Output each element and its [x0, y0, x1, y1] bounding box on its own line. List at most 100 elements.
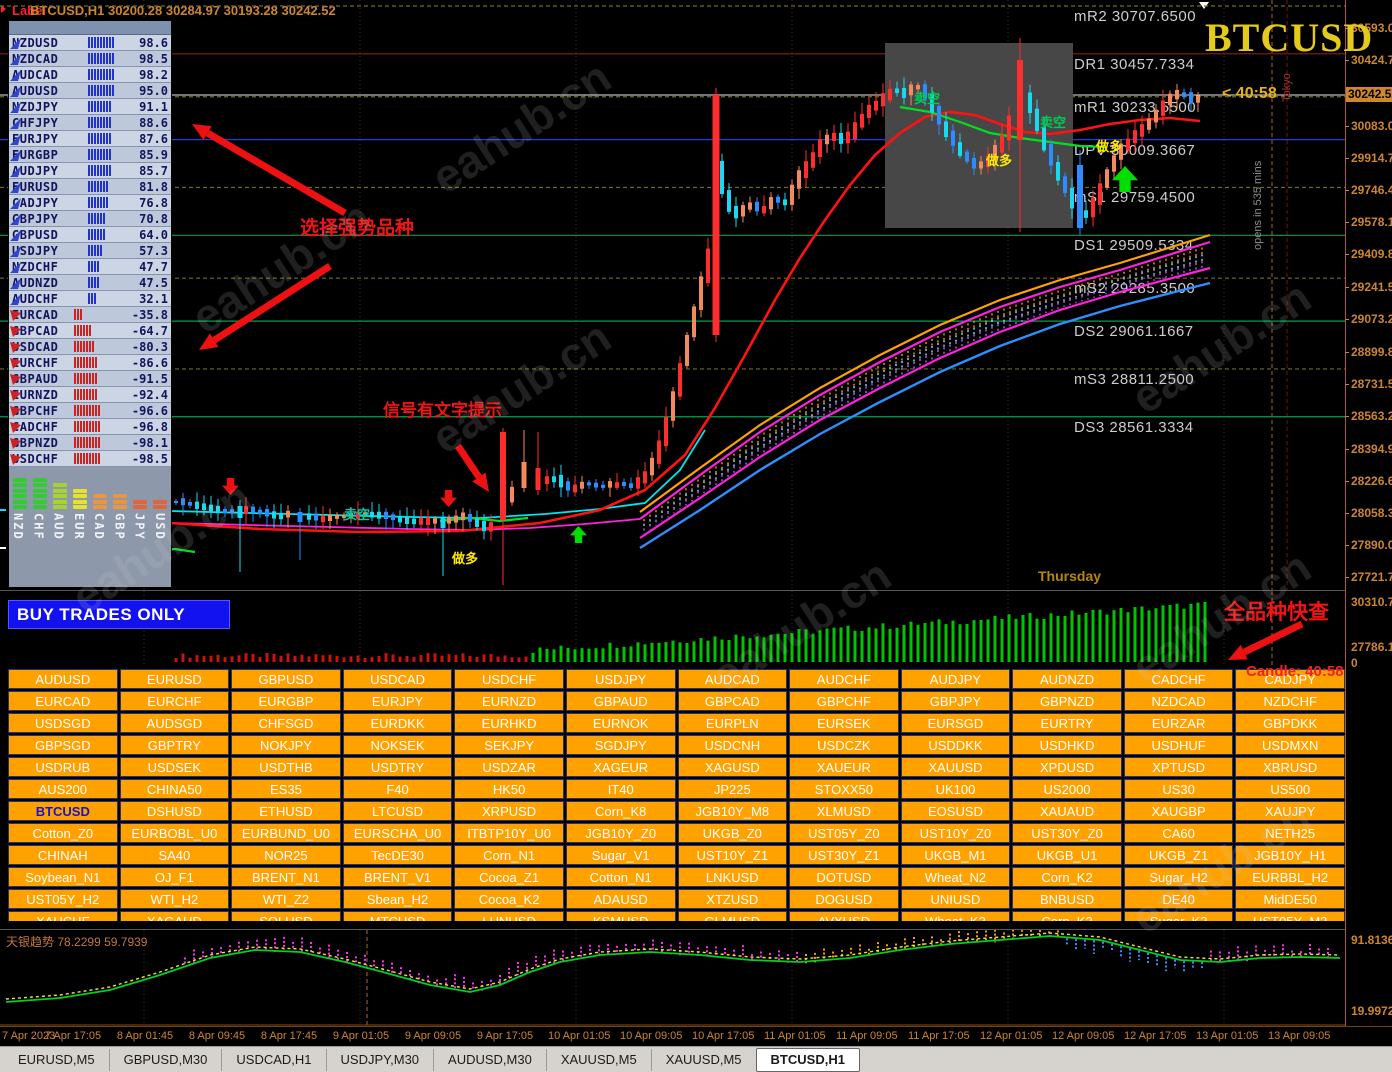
symbol-button-Sugar_K3[interactable]: Sugar_K3	[1123, 911, 1234, 921]
symbol-button-NZDCHF[interactable]: NZDCHF	[1235, 691, 1345, 711]
symbol-button-XAUEUR[interactable]: XAUEUR	[789, 757, 899, 777]
symbol-button-GBPJPY[interactable]: GBPJPY	[900, 691, 1011, 711]
symbol-button-ETHUSD[interactable]: ETHUSD	[231, 801, 341, 821]
symbol-button-EOSUSD[interactable]: EOSUSD	[900, 801, 1011, 821]
symbol-button-GBPNZD[interactable]: GBPNZD	[1012, 691, 1122, 711]
symbol-button-GBPTRY[interactable]: GBPTRY	[119, 735, 230, 755]
symbol-button-Sugar_H2[interactable]: Sugar_H2	[1123, 867, 1234, 887]
symbol-button-EURNOK[interactable]: EURNOK	[565, 713, 676, 733]
symbol-button-Corn_K8[interactable]: Corn_K8	[565, 801, 676, 821]
symbol-button-USDHKD[interactable]: USDHKD	[1012, 735, 1122, 755]
symbol-button-DOGUSD[interactable]: DOGUSD	[789, 889, 899, 909]
symbol-button-NZDCAD[interactable]: NZDCAD	[1123, 691, 1234, 711]
symbol-button-XTZUSD[interactable]: XTZUSD	[677, 889, 788, 909]
symbol-button-UST10Y_Z1[interactable]: UST10Y_Z1	[677, 845, 788, 865]
symbol-button-USDRUB[interactable]: USDRUB	[8, 757, 118, 777]
symbol-button-EURPLN[interactable]: EURPLN	[677, 713, 788, 733]
symbol-button-XAUCHF[interactable]: XAUCHF	[8, 911, 118, 921]
symbol-button-WTI_Z2[interactable]: WTI_Z2	[231, 889, 341, 909]
symbol-button-UST10Y_Z0[interactable]: UST10Y_Z0	[900, 823, 1011, 843]
symbol-button-JGB10Y_Z0[interactable]: JGB10Y_Z0	[565, 823, 676, 843]
symbol-button-EURCHF[interactable]: EURCHF	[119, 691, 230, 711]
symbol-button-UST30Y_Z1[interactable]: UST30Y_Z1	[789, 845, 899, 865]
symbol-button-USDHUF[interactable]: USDHUF	[1123, 735, 1234, 755]
symbol-button-EURSGD[interactable]: EURSGD	[900, 713, 1011, 733]
symbol-button-EURGBP[interactable]: EURGBP	[231, 691, 341, 711]
symbol-button-DOTUSD[interactable]: DOTUSD	[789, 867, 899, 887]
symbol-button-F40[interactable]: F40	[342, 779, 453, 799]
symbol-button-UKGB_Z0[interactable]: UKGB_Z0	[677, 823, 788, 843]
symbol-button-Corn_K3[interactable]: Corn_K3	[1012, 911, 1122, 921]
symbol-button-Cotton_N1[interactable]: Cotton_N1	[565, 867, 676, 887]
symbol-button-Corn_K2[interactable]: Corn_K2	[1012, 867, 1122, 887]
symbol-button-KSMUSD[interactable]: KSMUSD	[565, 911, 676, 921]
symbol-button-USDZAR[interactable]: USDZAR	[454, 757, 564, 777]
symbol-button-ADAUSD[interactable]: ADAUSD	[565, 889, 676, 909]
symbol-button-ITBTP10Y_U0[interactable]: ITBTP10Y_U0	[454, 823, 564, 843]
chart-tab-AUDUSD-M30[interactable]: AUDUSD,M30	[433, 1048, 546, 1071]
symbol-button-Cotton_Z0[interactable]: Cotton_Z0	[8, 823, 118, 843]
symbol-button-XPDUSD[interactable]: XPDUSD	[1012, 757, 1122, 777]
symbol-button-US2000[interactable]: US2000	[1012, 779, 1122, 799]
chart-tab-BTCUSD-H1[interactable]: BTCUSD,H1	[755, 1047, 860, 1072]
symbol-button-USDTRY[interactable]: USDTRY	[342, 757, 453, 777]
symbol-button-NETH25[interactable]: NETH25	[1235, 823, 1345, 843]
symbol-button-EURBUND_U0[interactable]: EURBUND_U0	[231, 823, 341, 843]
symbol-button-JGB10Y_M8[interactable]: JGB10Y_M8	[677, 801, 788, 821]
symbol-button-EURBBL_H2[interactable]: EURBBL_H2	[1235, 867, 1345, 887]
symbol-button-MTCUSD[interactable]: MTCUSD	[342, 911, 453, 921]
symbol-button-DSHUSD[interactable]: DSHUSD	[119, 801, 230, 821]
symbol-button-UST05Y_Z0[interactable]: UST05Y_Z0	[789, 823, 899, 843]
symbol-button-CHFSGD[interactable]: CHFSGD	[231, 713, 341, 733]
symbol-button-AUDUSD[interactable]: AUDUSD	[8, 669, 118, 689]
symbol-button-CADCHF[interactable]: CADCHF	[1123, 669, 1234, 689]
symbol-button-EURZAR[interactable]: EURZAR	[1123, 713, 1234, 733]
symbol-button-USDMXN[interactable]: USDMXN	[1235, 735, 1345, 755]
symbol-button-UK100[interactable]: UK100	[900, 779, 1011, 799]
symbol-button-XAUJPY[interactable]: XAUJPY	[1235, 801, 1345, 821]
symbol-button-XRPUSD[interactable]: XRPUSD	[454, 801, 564, 821]
symbol-button-USDCHF[interactable]: USDCHF	[454, 669, 564, 689]
symbol-button-BRENT_N1[interactable]: BRENT_N1	[231, 867, 341, 887]
symbol-button-XAUUSD[interactable]: XAUUSD	[900, 757, 1011, 777]
symbol-button-UKGB_Z1[interactable]: UKGB_Z1	[1123, 845, 1234, 865]
symbol-button-HK50[interactable]: HK50	[454, 779, 564, 799]
symbol-button-XAGUSD[interactable]: XAGUSD	[677, 757, 788, 777]
symbol-button-UNIUSD[interactable]: UNIUSD	[900, 889, 1011, 909]
symbol-button-EURHKD[interactable]: EURHKD	[454, 713, 564, 733]
symbol-button-XBRUSD[interactable]: XBRUSD	[1235, 757, 1345, 777]
symbol-button-Wheat_N2[interactable]: Wheat_N2	[900, 867, 1011, 887]
main-chart-svg[interactable]	[0, 0, 1345, 591]
symbol-button-USDJPY[interactable]: USDJPY	[565, 669, 676, 689]
symbol-button-CHINAH[interactable]: CHINAH	[8, 845, 118, 865]
symbol-button-USDSEK[interactable]: USDSEK	[119, 757, 230, 777]
symbol-button-USDCZK[interactable]: USDCZK	[789, 735, 899, 755]
symbol-button-EURTRY[interactable]: EURTRY	[1012, 713, 1122, 733]
symbol-button-LUNUSD[interactable]: LUNUSD	[454, 911, 564, 921]
symbol-button-USDDKK[interactable]: USDDKK	[900, 735, 1011, 755]
symbol-button-UST30Y_Z0[interactable]: UST30Y_Z0	[1012, 823, 1122, 843]
symbol-button-EURSCHA_U0[interactable]: EURSCHA_U0	[342, 823, 453, 843]
time-axis[interactable]: 7 Apr 2023 7 Apr 17:05 8 Apr 01:45 8 Apr 09…	[0, 1026, 1392, 1047]
symbol-button-XLMUSD[interactable]: XLMUSD	[789, 801, 899, 821]
symbol-button-BRENT_V1[interactable]: BRENT_V1	[342, 867, 453, 887]
symbol-button-UST05Y_M3[interactable]: UST05Y_M3	[1235, 911, 1345, 921]
symbol-button-USDTHB[interactable]: USDTHB	[231, 757, 341, 777]
symbol-button-BNBUSD[interactable]: BNBUSD	[1012, 889, 1122, 909]
symbol-button-EURJPY[interactable]: EURJPY	[342, 691, 453, 711]
symbol-button-BTCUSD[interactable]: BTCUSD	[8, 801, 118, 821]
symbol-button-GBPDKK[interactable]: GBPDKK	[1235, 713, 1345, 733]
symbol-button-SEKJPY[interactable]: SEKJPY	[454, 735, 564, 755]
symbol-button-EURBOBL_U0[interactable]: EURBOBL_U0	[119, 823, 230, 843]
symbol-button-GBPAUD[interactable]: GBPAUD	[565, 691, 676, 711]
symbol-button-CA60[interactable]: CA60	[1123, 823, 1234, 843]
symbol-button-UKGB_U1[interactable]: UKGB_U1	[1012, 845, 1122, 865]
symbol-button-Cocoa_K2[interactable]: Cocoa_K2	[454, 889, 564, 909]
symbol-button-AUDSGD[interactable]: AUDSGD	[119, 713, 230, 733]
symbol-button-USDCNH[interactable]: USDCNH	[677, 735, 788, 755]
symbol-button-NOR25[interactable]: NOR25	[231, 845, 341, 865]
symbol-button-AUDCHF[interactable]: AUDCHF	[789, 669, 899, 689]
symbol-button-WTI_H2[interactable]: WTI_H2	[119, 889, 230, 909]
chart-tab-GBPUSD-M30[interactable]: GBPUSD,M30	[108, 1048, 222, 1071]
symbol-button-CHINA50[interactable]: CHINA50	[119, 779, 230, 799]
